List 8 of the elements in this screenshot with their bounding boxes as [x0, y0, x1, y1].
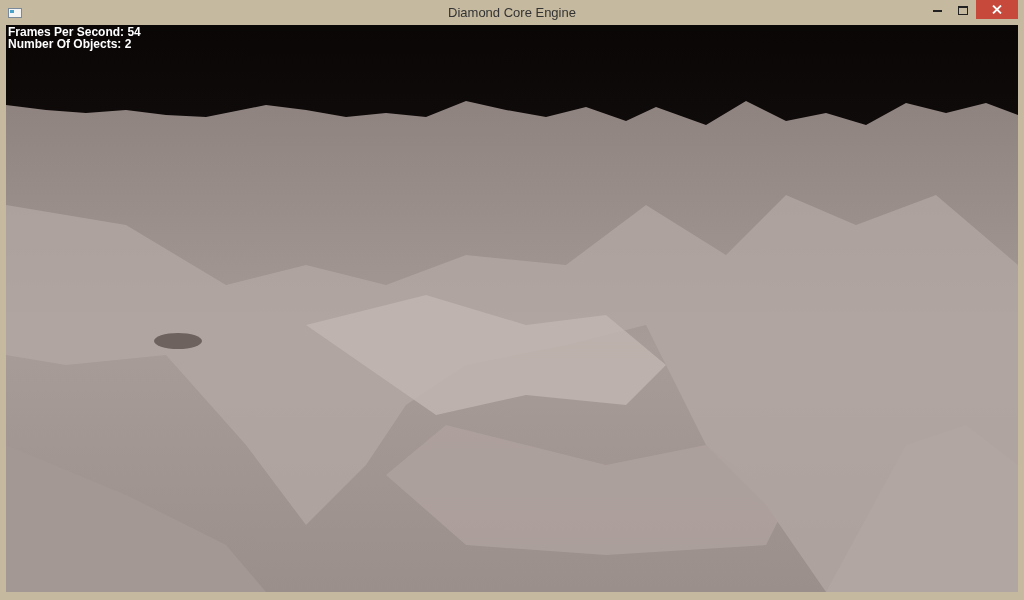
close-icon [992, 5, 1002, 14]
maximize-icon [958, 5, 968, 15]
window-title: Diamond Core Engine [448, 3, 576, 22]
app-icon [8, 7, 22, 18]
minimize-icon [932, 8, 942, 12]
stats-text: Number Of Objects: 2 [8, 38, 132, 50]
close-button[interactable] [976, 0, 1018, 19]
stats-text: Frames Per Second: 54 [8, 26, 141, 38]
